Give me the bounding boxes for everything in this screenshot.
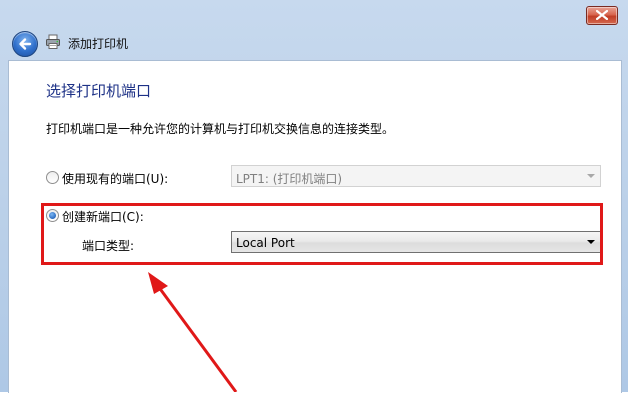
page-description: 打印机端口是一种允许您的计算机与打印机交换信息的连接类型。 <box>46 122 395 136</box>
highlight-box <box>41 203 603 265</box>
title-bar: 添加打印机 <box>0 0 628 60</box>
back-arrow-icon <box>19 38 32 50</box>
use-existing-port-label[interactable]: 使用现有的端口(U): <box>62 170 168 187</box>
close-button[interactable] <box>586 6 618 25</box>
page-heading: 选择打印机端口 <box>46 82 152 100</box>
back-button[interactable] <box>12 31 38 57</box>
chevron-down-icon <box>587 174 595 178</box>
existing-port-combo[interactable]: LPT1: (打印机端口) <box>231 165 601 187</box>
printer-icon <box>46 34 60 49</box>
window-title: 添加打印机 <box>68 37 129 51</box>
close-icon <box>596 10 608 20</box>
use-existing-port-radio[interactable] <box>46 171 59 184</box>
existing-port-value: LPT1: (打印机端口) <box>236 172 343 186</box>
